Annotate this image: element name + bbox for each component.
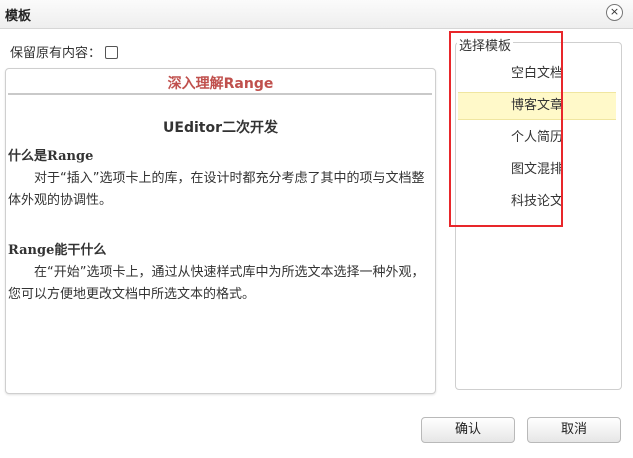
cancel-button[interactable]: 取消 <box>527 417 621 443</box>
preserve-content-label: 保留原有内容： <box>10 46 102 61</box>
preserve-content-row: 保留原有内容： <box>10 42 119 61</box>
dialog-titlebar: 模板 × <box>0 0 633 29</box>
preserve-content-checkbox[interactable] <box>105 46 119 59</box>
preview-paragraph: 在“开始”选项卡上，通过从快速样式库中为所选文本选择一种外观，您可以方便地更改文… <box>8 265 425 302</box>
highlight-box <box>449 31 563 227</box>
close-button[interactable]: × <box>606 4 623 21</box>
dialog-title: 模板 <box>5 9 32 24</box>
preview-section-heading: 什么是Range <box>8 149 94 164</box>
close-icon: × <box>609 5 620 18</box>
ok-button[interactable]: 确认 <box>421 417 515 443</box>
template-preview: 深入理解Range UEditor二次开发 什么是Range 对于“插入”选项卡… <box>5 68 436 394</box>
preview-title: 深入理解Range <box>167 76 274 92</box>
preview-paragraph: 对于“插入”选项卡上的库，在设计时都充分考虑了其中的项与文档整体外观的协调性。 <box>8 171 425 208</box>
preview-subtitle: UEditor二次开发 <box>163 120 278 136</box>
preview-section-heading: Range能干什么 <box>8 243 107 258</box>
preview-divider <box>8 93 432 95</box>
